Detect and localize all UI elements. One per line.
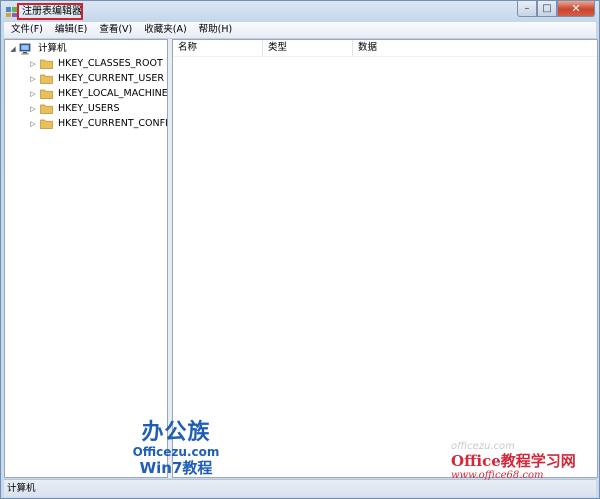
- values-list-pane[interactable]: 名称 类型 数据: [172, 39, 598, 478]
- watermark-brand: 办公族: [141, 420, 211, 445]
- watermark-office68: officezu.com Office教程学习网 www.office68.co…: [451, 441, 599, 486]
- expand-arrow-icon[interactable]: ▷: [28, 89, 38, 99]
- expand-arrow-icon[interactable]: ▷: [28, 104, 38, 114]
- folder-icon: [40, 74, 53, 84]
- computer-icon: [19, 43, 31, 54]
- list-header: 名称 类型 数据: [173, 40, 597, 57]
- watermark-url: www.office68.com: [451, 470, 544, 481]
- expand-arrow-icon[interactable]: ▷: [28, 74, 38, 84]
- tree-node-hklm[interactable]: ▷ HKEY_LOCAL_MACHINE: [28, 86, 168, 101]
- folder-icon: [40, 119, 53, 129]
- column-header-type[interactable]: 类型: [263, 40, 353, 56]
- watermark-officezu: 办公族 Officezu.com Win7教程: [121, 421, 231, 481]
- column-header-data[interactable]: 数据: [353, 40, 597, 56]
- collapse-arrow-icon[interactable]: ◢: [8, 44, 18, 54]
- menu-help[interactable]: 帮助(H): [192, 22, 238, 38]
- menu-view[interactable]: 查看(V): [92, 22, 137, 38]
- folder-icon: [40, 89, 53, 99]
- menu-edit[interactable]: 编辑(E): [48, 22, 92, 38]
- tree-label: 计算机: [38, 42, 67, 54]
- key-tree-pane[interactable]: ◢ 计算机 ▷ HKEY_CLASSES_ROOT ▷ HKEY_CURRENT…: [4, 39, 168, 478]
- caption-buttons: – □ ✕: [517, 1, 595, 18]
- menu-bar: 文件(F) 编辑(E) 查看(V) 收藏夹(A) 帮助(H): [4, 22, 596, 39]
- watermark-sub: Win7教程: [139, 459, 213, 477]
- tree-node-computer[interactable]: ◢ 计算机: [8, 41, 69, 56]
- column-header-name[interactable]: 名称: [173, 40, 263, 56]
- watermark-main: Office教程学习网: [451, 452, 576, 470]
- menu-file[interactable]: 文件(F): [4, 22, 48, 38]
- maximize-button[interactable]: □: [537, 1, 557, 17]
- menu-favorites[interactable]: 收藏夹(A): [137, 22, 191, 38]
- expand-arrow-icon[interactable]: ▷: [28, 59, 38, 69]
- window-title: 注册表编辑器: [17, 3, 83, 20]
- tree-label: HKEY_CLASSES_ROOT: [58, 57, 163, 69]
- expand-arrow-icon[interactable]: ▷: [28, 119, 38, 129]
- tree-label: HKEY_CURRENT_USER: [58, 72, 164, 84]
- tree-node-hku[interactable]: ▷ HKEY_USERS: [28, 101, 122, 116]
- regedit-window: 注册表编辑器 – □ ✕ 文件(F) 编辑(E) 查看(V) 收藏夹(A) 帮助…: [0, 0, 600, 499]
- watermark-faint: officezu.com: [451, 441, 515, 452]
- tree-node-hkcr[interactable]: ▷ HKEY_CLASSES_ROOT: [28, 56, 165, 71]
- watermark-site: Officezu.com: [132, 445, 220, 459]
- tree-node-hkcu[interactable]: ▷ HKEY_CURRENT_USER: [28, 71, 166, 86]
- title-bar[interactable]: 注册表编辑器 – □ ✕: [1, 1, 599, 22]
- minimize-button[interactable]: –: [517, 1, 537, 17]
- folder-icon: [40, 104, 53, 114]
- folder-icon: [40, 59, 53, 69]
- tree-node-hkcc[interactable]: ▷ HKEY_CURRENT_CONFIG: [28, 116, 168, 131]
- tree-label: HKEY_CURRENT_CONFIG: [58, 117, 168, 129]
- tree-label: HKEY_LOCAL_MACHINE: [58, 87, 168, 99]
- tree-label: HKEY_USERS: [58, 102, 120, 114]
- close-button[interactable]: ✕: [557, 1, 595, 17]
